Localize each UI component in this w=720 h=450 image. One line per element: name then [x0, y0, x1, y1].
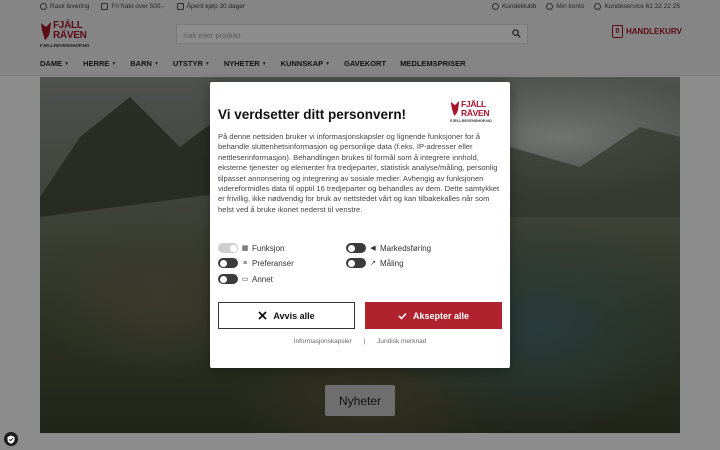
toggle-annet[interactable]: ▭ Annet — [218, 274, 273, 284]
chat-icon: ▭ — [241, 276, 249, 283]
link-separator: | — [363, 338, 366, 345]
toggle-switch[interactable] — [346, 258, 366, 268]
consent-logo: FJÄLL RÄVEN FJELLREVENSHOP.NO — [450, 99, 492, 123]
toggle-preferanser[interactable]: ≡ Preferanser — [218, 258, 294, 268]
privacy-settings-button[interactable] — [4, 432, 18, 446]
chart-icon: ↗ — [370, 260, 376, 267]
consent-body-text: På denne nettsiden bruker vi informasjon… — [218, 132, 500, 214]
grid-icon: ▦ — [241, 245, 249, 252]
toggle-switch[interactable] — [218, 258, 238, 268]
cookie-consent-dialog: Vi verdsetter ditt personvern! FJÄLL RÄV… — [210, 82, 510, 368]
fox-logo-icon — [450, 101, 460, 116]
sliders-icon: ≡ — [242, 259, 248, 267]
toggle-switch[interactable] — [218, 274, 238, 284]
close-icon — [258, 311, 268, 320]
megaphone-icon: ◀ — [370, 245, 376, 252]
cookies-link[interactable]: Informasjonskapsler — [294, 338, 352, 345]
consent-links: Informasjonskapsler | Juridisk merknad — [210, 338, 510, 345]
checkmark-icon — [398, 312, 407, 320]
toggle-switch[interactable] — [218, 243, 238, 253]
toggle-funksjon[interactable]: ▦ Funksjon — [218, 243, 284, 253]
toggle-maling[interactable]: ↗ Måling — [346, 258, 404, 268]
consent-title: Vi verdsetter ditt personvern! — [218, 107, 407, 122]
legal-notice-link[interactable]: Juridisk merknad — [377, 338, 426, 345]
toggle-markedsforing[interactable]: ◀ Markedsføring — [346, 243, 431, 253]
reject-all-button[interactable]: Avvis alle — [218, 302, 355, 329]
shield-icon — [7, 435, 15, 444]
accept-all-button[interactable]: Aksepter alle — [365, 302, 502, 329]
toggle-switch[interactable] — [346, 243, 366, 253]
